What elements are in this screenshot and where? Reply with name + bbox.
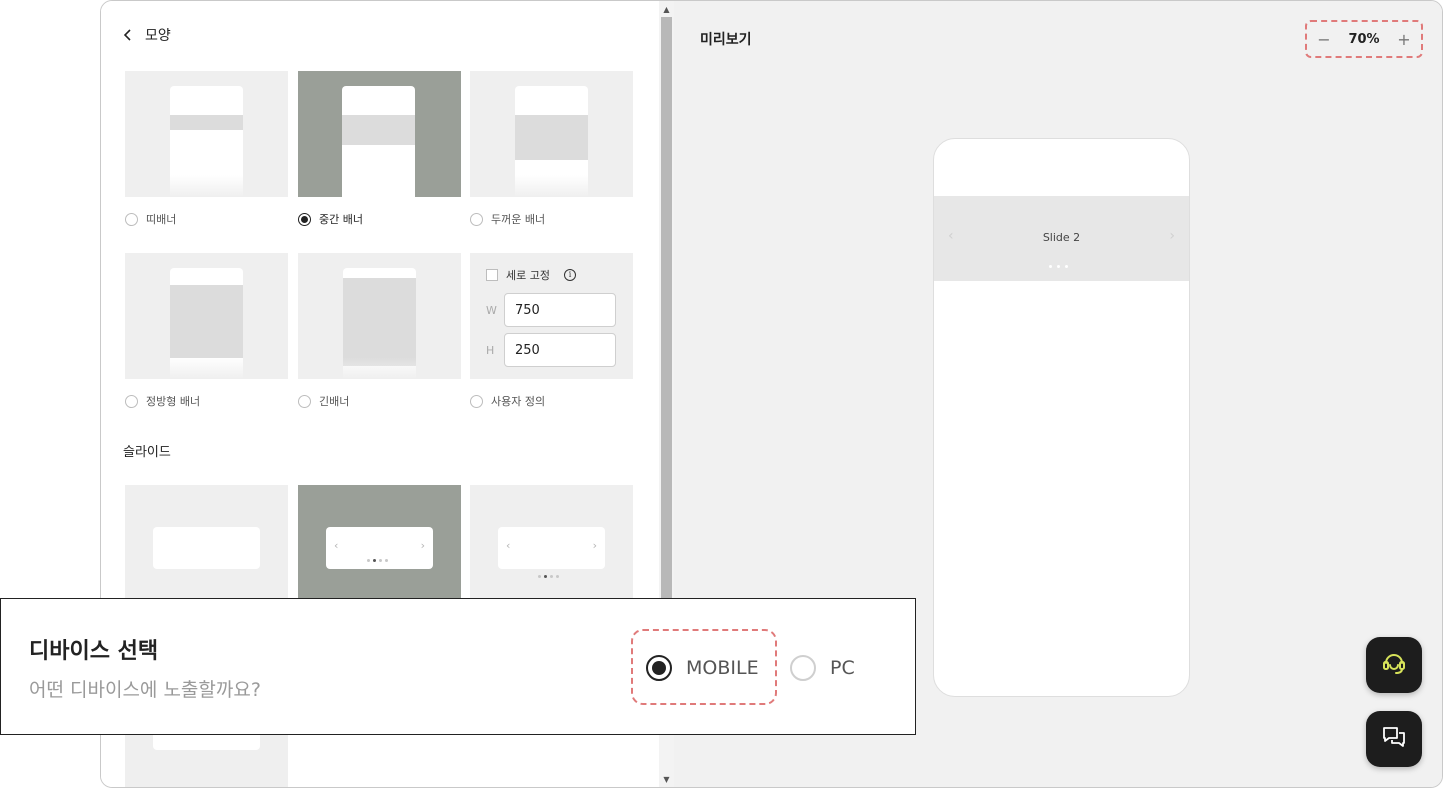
fix-height-label: 세로 고정 bbox=[506, 269, 550, 282]
shape-thumbnail-middle-banner[interactable] bbox=[298, 71, 461, 197]
mobile-preview-frame: ‹ Slide 2 › bbox=[933, 138, 1190, 697]
chat-button[interactable] bbox=[1366, 711, 1422, 767]
chevron-right-icon[interactable]: › bbox=[1169, 228, 1175, 244]
slide-caption: Slide 2 bbox=[1042, 231, 1081, 244]
shape-option-strip-banner[interactable]: 띠배너 bbox=[125, 211, 176, 227]
radio-pc[interactable] bbox=[790, 655, 816, 681]
device-select-panel: 디바이스 선택 어떤 디바이스에 노출할까요? MOBILE PC bbox=[0, 598, 916, 735]
shape-thumbnail-strip-banner[interactable] bbox=[125, 71, 288, 197]
zoom-control: − 70% + bbox=[1305, 20, 1423, 58]
radio-square-banner[interactable] bbox=[125, 394, 138, 408]
info-icon[interactable]: i bbox=[563, 269, 576, 281]
zoom-in-button[interactable]: + bbox=[1397, 30, 1411, 49]
preview-title: 미리보기 bbox=[700, 32, 752, 48]
height-row: H bbox=[486, 333, 616, 367]
device-option-label: PC bbox=[830, 657, 855, 679]
chevron-left-icon: ‹ bbox=[334, 539, 339, 552]
slide-section-title: 슬라이드 bbox=[123, 445, 171, 460]
chevron-right-icon: › bbox=[420, 539, 425, 552]
chat-bubbles-icon bbox=[1380, 723, 1408, 755]
radio-long-banner[interactable] bbox=[298, 394, 311, 408]
shape-option-label: 두꺼운 배너 bbox=[491, 213, 546, 226]
shape-option-label: 띠배너 bbox=[146, 213, 177, 226]
device-select-subtitle: 어떤 디바이스에 노출할까요? bbox=[29, 679, 261, 701]
width-letter: W bbox=[486, 303, 497, 317]
height-input[interactable] bbox=[504, 333, 616, 367]
chevron-right-icon: › bbox=[592, 539, 597, 552]
scrollbar-thumb[interactable] bbox=[661, 17, 672, 599]
radio-thick-banner[interactable] bbox=[470, 212, 483, 226]
device-option-label: MOBILE bbox=[686, 657, 759, 679]
headset-icon bbox=[1379, 648, 1409, 682]
zoom-out-button[interactable]: − bbox=[1317, 30, 1331, 49]
radio-middle-banner[interactable] bbox=[298, 212, 311, 226]
slide-style-thumbnail-outer-dots[interactable]: ‹ › bbox=[470, 485, 633, 605]
chevron-left-icon: ‹ bbox=[506, 539, 511, 552]
chevron-left-icon bbox=[123, 29, 133, 41]
device-option-pc[interactable]: PC bbox=[790, 655, 855, 681]
shape-option-middle-banner[interactable]: 중간 배너 bbox=[298, 211, 363, 227]
slide-style-thumbnail-inner-controls[interactable]: ‹ › bbox=[298, 485, 461, 605]
shape-option-thick-banner[interactable]: 두꺼운 배너 bbox=[470, 211, 545, 227]
device-select-title: 디바이스 선택 bbox=[29, 639, 159, 664]
scroll-down-icon[interactable]: ▼ bbox=[659, 775, 674, 785]
back-button[interactable]: 모양 bbox=[123, 25, 171, 45]
custom-size-panel: 세로 고정 i W H bbox=[470, 253, 633, 379]
device-option-mobile[interactable]: MOBILE bbox=[646, 655, 759, 681]
shape-option-label: 사용자 정의 bbox=[491, 395, 546, 408]
fix-height-checkbox-row[interactable]: 세로 고정 i bbox=[486, 267, 576, 283]
back-label: 모양 bbox=[145, 28, 171, 44]
width-input[interactable] bbox=[504, 293, 616, 327]
scroll-up-icon[interactable]: ▲ bbox=[659, 5, 674, 15]
shape-option-label: 중간 배너 bbox=[319, 213, 363, 226]
preview-banner-slide[interactable]: ‹ Slide 2 › bbox=[934, 196, 1189, 281]
height-letter: H bbox=[486, 343, 495, 357]
support-button[interactable] bbox=[1366, 637, 1422, 693]
zoom-level: 70% bbox=[1348, 31, 1380, 47]
radio-mobile[interactable] bbox=[646, 655, 672, 681]
radio-custom[interactable] bbox=[470, 394, 483, 408]
shape-thumbnail-long-banner[interactable] bbox=[298, 253, 461, 379]
radio-strip-banner[interactable] bbox=[125, 212, 138, 226]
slide-style-thumbnail-plain[interactable] bbox=[125, 485, 288, 605]
shape-option-label: 정방형 배너 bbox=[146, 395, 201, 408]
width-row: W bbox=[486, 293, 616, 327]
shape-option-label: 긴배너 bbox=[319, 395, 350, 408]
fix-height-checkbox[interactable] bbox=[486, 269, 498, 281]
slide-pagination-dots bbox=[1049, 265, 1068, 268]
shape-option-custom[interactable]: 사용자 정의 bbox=[470, 393, 545, 409]
shape-option-long-banner[interactable]: 긴배너 bbox=[298, 393, 349, 409]
shape-thumbnail-square-banner[interactable] bbox=[125, 253, 288, 379]
shape-thumbnail-thick-banner[interactable] bbox=[470, 71, 633, 197]
shape-option-square-banner[interactable]: 정방형 배너 bbox=[125, 393, 200, 409]
